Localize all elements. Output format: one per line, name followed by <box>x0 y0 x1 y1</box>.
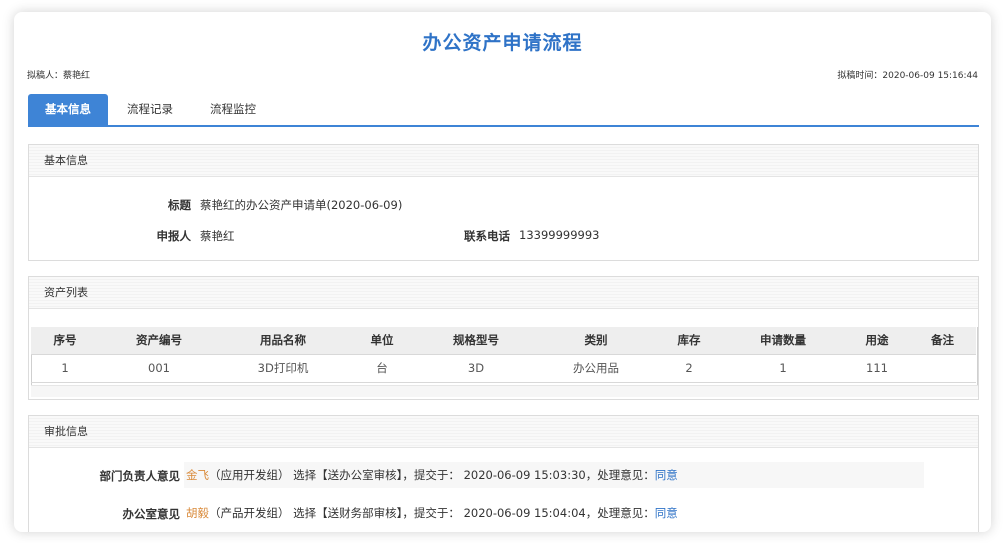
tab-process-record[interactable]: 流程记录 <box>115 94 185 125</box>
asset-list-panel: 资产列表 序号 资产编号 用品名称 单位 规格型号 类别 库存 申请数量 用途 … <box>28 276 979 400</box>
table-cell: 2 <box>657 354 721 383</box>
col-header: 规格型号 <box>417 327 535 355</box>
basic-info-panel: 基本信息 标题 蔡艳红的办公资产申请单(2020-06-09) 申报人 蔡艳红 … <box>28 144 979 261</box>
approver-name: 金飞 <box>186 468 209 482</box>
approval-label: 办公室意见 <box>122 507 181 521</box>
col-header: 类别 <box>535 327 657 355</box>
applicant-label: 申报人 <box>156 229 192 243</box>
col-header: 用品名称 <box>219 327 347 355</box>
approval-detail: 金飞（应用开发组） 选择【送办公室审核】，提交于： 2020-06-09 15:… <box>184 462 924 488</box>
table-cell: 办公用品 <box>535 354 657 383</box>
tab-basic-info[interactable]: 基本信息 <box>28 94 108 125</box>
approver-dept: （产品开发组） <box>209 506 290 520</box>
approver-dept: （应用开发组） <box>209 468 290 482</box>
opinion-label: ，处理意见： <box>585 506 655 520</box>
opinion-label: ，处理意见： <box>585 468 655 482</box>
approval-time: 2020-06-09 15:04:04 <box>463 506 586 520</box>
approval-heading: 审批信息 <box>29 416 978 448</box>
page-title: 办公资产申请流程 <box>422 32 583 54</box>
basic-info-heading: 基本信息 <box>29 145 978 177</box>
phone-label: 联系电话 <box>464 229 510 243</box>
table-row[interactable]: 1 001 3D打印机 台 3D 办公用品 2 1 111 <box>31 354 976 383</box>
table-cell: 台 <box>347 354 417 383</box>
draft-time-label: 拟稿时间： <box>837 71 883 81</box>
col-header: 备注 <box>909 327 976 355</box>
tab-process-monitor[interactable]: 流程监控 <box>198 94 268 125</box>
asset-list-heading: 资产列表 <box>29 277 978 309</box>
approval-entry: 部门负责人意见 金飞（应用开发组） 选择【送办公室审核】，提交于： 2020-0… <box>29 462 980 488</box>
col-header: 序号 <box>31 327 99 355</box>
approver-name: 胡毅 <box>186 506 209 520</box>
drafter-name: 蔡艳红 <box>63 71 91 81</box>
table-cell: 3D打印机 <box>219 354 347 383</box>
draft-time-value: 2020-06-09 15:16:44 <box>882 71 978 81</box>
draft-time-info: 拟稿时间：2020-06-09 15:16:44 <box>837 68 978 81</box>
opinion-value: 同意 <box>654 468 678 482</box>
col-header: 库存 <box>657 327 721 355</box>
title-value: 蔡艳红的办公资产申请单(2020-06-09) <box>200 198 403 212</box>
applicant-value: 蔡艳红 <box>200 229 235 243</box>
col-header: 资产编号 <box>99 327 219 355</box>
horizontal-scrollbar[interactable] <box>31 385 978 397</box>
drafter-info: 拟稿人：蔡艳红 <box>27 68 90 81</box>
table-cell: 001 <box>99 354 219 383</box>
approval-panel: 审批信息 部门负责人意见 金飞（应用开发组） 选择【送办公室审核】，提交于： 2… <box>28 415 979 532</box>
approval-action: 选择【送办公室审核】，提交于： <box>293 468 460 482</box>
approval-detail: 胡毅（产品开发组） 选择【送财务部审核】，提交于： 2020-06-09 15:… <box>184 500 924 526</box>
drafter-label: 拟稿人： <box>27 71 64 81</box>
table-cell <box>909 354 976 383</box>
table-cell: 1 <box>721 354 845 383</box>
phone-value: 13399999993 <box>519 228 600 242</box>
form-window: 办公资产申请流程 拟稿人：蔡艳红 拟稿时间：2020-06-09 15:16:4… <box>14 12 991 532</box>
opinion-value: 同意 <box>654 506 678 520</box>
approval-entry: 办公室意见 胡毅（产品开发组） 选择【送财务部审核】，提交于： 2020-06-… <box>29 500 980 526</box>
table-cell: 1 <box>31 354 99 383</box>
table-cell: 111 <box>845 354 909 383</box>
approval-time: 2020-06-09 15:03:30 <box>463 468 586 482</box>
title-label: 标题 <box>168 198 191 212</box>
col-header: 用途 <box>845 327 909 355</box>
col-header: 申请数量 <box>721 327 845 355</box>
asset-table-header: 序号 资产编号 用品名称 单位 规格型号 类别 库存 申请数量 用途 备注 <box>31 327 976 355</box>
col-header: 单位 <box>347 327 417 355</box>
approval-label: 部门负责人意见 <box>99 469 181 483</box>
table-cell: 3D <box>417 354 535 383</box>
asset-table: 序号 资产编号 用品名称 单位 规格型号 类别 库存 申请数量 用途 备注 1 … <box>31 327 976 383</box>
tab-bar: 基本信息 流程记录 流程监控 <box>28 94 979 127</box>
approval-action: 选择【送财务部审核】，提交于： <box>293 506 460 520</box>
